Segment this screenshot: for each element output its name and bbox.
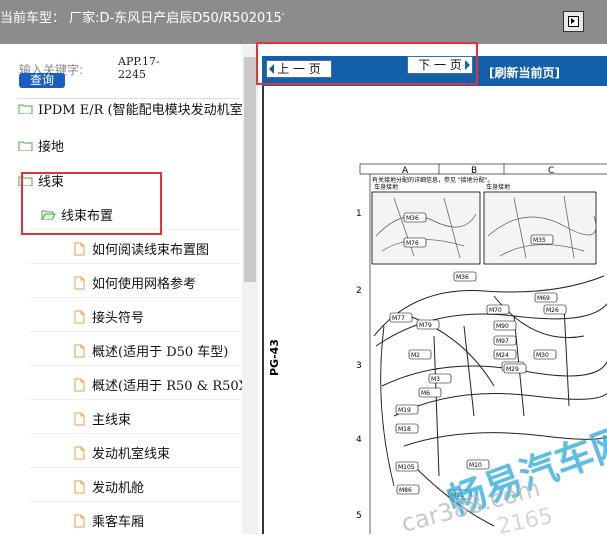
connector-label: M77 [392,315,405,322]
document-icon [74,310,85,324]
connector-label: M69 [537,295,550,302]
document-icon [74,446,85,460]
harness-line [381,360,607,387]
tree-item-label[interactable]: 概述(适用于 R50 & R50X 车 [92,375,242,394]
tree-item-label[interactable]: 发动机舱 [92,477,144,496]
tree-item-label[interactable]: 乘客车厢 [92,511,144,530]
grid-column-label: C [548,166,554,176]
row-divider [30,433,240,434]
row-divider [30,399,240,400]
tree-item-label[interactable]: IPDM E/R (智能配电模块发动机室) [38,99,242,118]
grid-row-label: 4 [356,435,362,445]
highlight-box-nav [256,42,478,85]
play-icon [571,18,575,24]
harness-line [380,325,395,487]
connector-label: M36 [456,274,469,281]
row-divider [30,297,240,298]
document-icon [74,242,85,256]
document-icon [74,514,85,528]
connector-label: M19 [398,407,411,414]
document-viewer: PG-43 A B C 1 2 3 4 5 有关接地分配的详细信息，参见 "接地分配"。 车身接地 车… [262,86,607,538]
connector-label: M35 [533,237,546,244]
grid-column-label: B [471,166,477,176]
inset-box-left [371,191,481,265]
harness-line [563,305,570,407]
connector-label: M10 [469,462,482,469]
row-divider [30,501,240,502]
harness-line [463,325,475,417]
connector-label: M105 [398,464,415,471]
grid-row-label: 5 [356,511,362,521]
document-icon [74,412,85,426]
folder-icon [18,104,33,114]
connector-label: M30 [536,352,549,359]
folder-icon [18,141,33,151]
inset-box-right [483,191,597,265]
row-divider [30,467,240,468]
toggle-panel-button[interactable] [563,11,584,32]
row-divider [30,331,240,332]
connector-label: M18 [398,426,411,433]
connector-label: M36 [406,215,419,222]
tree-item-label[interactable]: 发动机室线束 [92,443,170,462]
tree-item-label[interactable]: 接地 [38,136,64,155]
grid-header [359,163,607,175]
connector-label: M79 [419,322,432,329]
row-divider [30,365,240,366]
connector-label: M3 [431,376,440,383]
title-dot: . [281,4,285,18]
connector-label: M90 [496,323,509,330]
document-icon [74,480,85,494]
document-icon [74,276,85,290]
document-icon [74,344,85,358]
tree-item-label[interactable]: 如何阅读线束布置图 [92,239,209,258]
scrollbar-thumb[interactable] [244,57,256,282]
tree-item-label[interactable]: 概述(适用于 D50 车型) [92,341,228,360]
harness-line [433,335,440,477]
grid-row-label: 2 [356,286,362,296]
tree-view: IPDM E/R (智能配电模块发动机室) 接地 线束 线束布置 如何阅读线束布置图 如何… [0,0,242,534]
tree-item-label[interactable]: 如何使用网格参考 [92,273,196,292]
connector-label: M70 [489,307,502,314]
diagram-caption: 车身接地 [374,183,398,191]
connector-label: M86 [399,487,412,494]
diagram-note: 有关接地分配的详细信息，参见 "接地分配"。 [372,176,493,184]
grid-column-label: A [402,166,409,176]
connector-label: M2 [411,352,420,359]
tree-item-label[interactable]: 主线束 [92,409,131,428]
connector-label: M26 [546,307,559,314]
document-icon [74,378,85,392]
diagram-caption: 车身接地 [486,183,510,191]
connector-label: M24 [496,352,509,359]
tree-item-label[interactable]: 接头符号 [92,307,144,326]
wiring-diagram: PG-43 A B C 1 2 3 4 5 有关接地分配的详细信息，参见 "接地分配"。车身接地 车… [268,163,607,538]
grid-row-label: 1 [356,209,362,219]
connector-label: M97 [496,338,509,345]
grid-row-label: 3 [356,361,362,371]
connector-label: M29 [506,366,519,373]
connector-label: M6 [421,390,430,397]
refresh-page-link[interactable]: [刷新当前页] [489,64,560,81]
highlight-box-tree [21,172,162,235]
page-label: PG-43 [268,339,281,376]
row-divider [30,263,240,264]
connector-label: M76 [406,240,419,247]
